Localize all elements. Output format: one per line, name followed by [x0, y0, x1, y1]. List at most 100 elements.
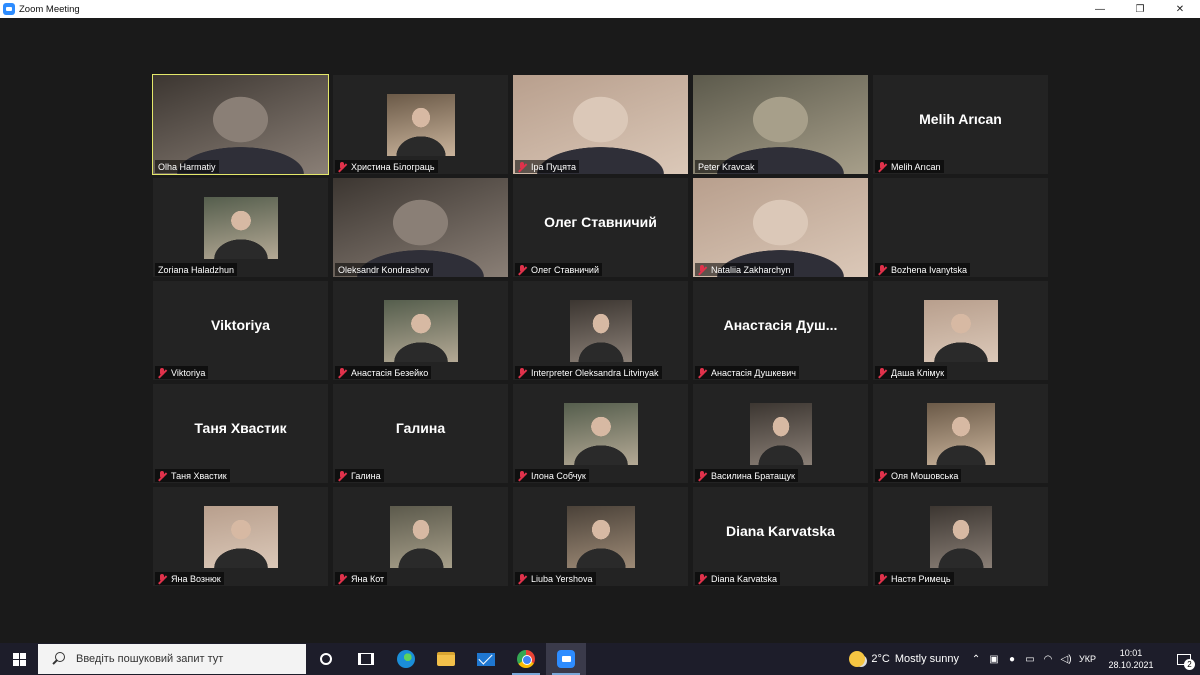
meet-now-icon[interactable]: ▣ [985, 654, 1003, 665]
mail-button[interactable] [466, 643, 506, 675]
participant-name-display: Анастасія Душ... [723, 316, 838, 333]
participant-tile[interactable]: Олег Ставничий Олег Ставничий [513, 178, 688, 277]
start-button[interactable] [0, 643, 38, 675]
microphone-icon[interactable]: ● [1003, 654, 1021, 665]
participant-label: Василина Братащук [695, 469, 798, 482]
muted-mic-icon [158, 470, 167, 481]
file-explorer-icon [437, 652, 455, 666]
minimize-icon: — [1095, 3, 1105, 15]
volume-icon[interactable]: ◁) [1057, 654, 1075, 665]
wifi-icon[interactable]: ◠ [1039, 654, 1057, 665]
participant-tile[interactable]: Nataliia Zakharchyn [693, 178, 868, 277]
participant-label: Nataliia Zakharchyn [695, 263, 794, 276]
close-button[interactable]: ✕ [1160, 0, 1200, 18]
participant-name: Peter Kravcak [698, 161, 755, 172]
participant-tile[interactable]: Таня Хвастик Таня Хвастик [153, 384, 328, 483]
edge-button[interactable] [386, 643, 426, 675]
chrome-icon [517, 650, 535, 668]
weather-temperature: 2°C [871, 653, 890, 665]
window-title: Zoom Meeting [19, 3, 80, 15]
input-language[interactable]: УКР [1079, 654, 1096, 664]
participant-tile[interactable]: Oleksandr Kondrashov [333, 178, 508, 277]
clock-date: 28.10.2021 [1108, 660, 1154, 670]
participant-photo [923, 300, 998, 362]
windows-taskbar: Введіть пошуковий запит тут 2°C Mostly s… [0, 643, 1200, 675]
participant-name: Іра Пуцята [531, 161, 577, 172]
participant-tile[interactable]: Іра Пуцята [513, 75, 688, 174]
participant-tile[interactable]: Василина Братащук [693, 384, 868, 483]
file-explorer-button[interactable] [426, 643, 466, 675]
participant-label: Даша Клімук [875, 366, 948, 379]
participant-tile[interactable]: Liuba Yershova [513, 487, 688, 586]
participant-tile[interactable]: Olha Harmatiy [152, 74, 329, 175]
participant-label: Olha Harmatiy [155, 160, 219, 173]
participant-tile[interactable]: Галина Галина [333, 384, 508, 483]
participant-tile[interactable]: Melih Arıcan Melih Arıcan [873, 75, 1048, 174]
weather-sun-icon [849, 651, 866, 667]
muted-mic-icon [878, 470, 887, 481]
participant-label: Peter Kravcak [695, 160, 758, 173]
participant-photo [566, 506, 635, 568]
action-center-button[interactable]: 2 [1168, 643, 1200, 675]
muted-mic-icon [878, 367, 887, 378]
participant-label: Галина [335, 469, 384, 482]
mail-icon [477, 652, 495, 666]
participant-photo [926, 403, 995, 465]
window-titlebar: Zoom Meeting — ❐ ✕ [0, 0, 1200, 18]
participant-label: Zoriana Haladzhun [155, 263, 238, 276]
participant-label: Яна Вознюк [155, 572, 224, 585]
muted-mic-icon [158, 367, 167, 378]
participant-name: Ілона Собчук [531, 470, 586, 481]
participant-photo [203, 197, 278, 259]
participant-name: Настя Римець [891, 573, 951, 584]
participant-tile[interactable]: Настя Римець [873, 487, 1048, 586]
participant-label: Іра Пуцята [515, 160, 580, 173]
participant-name: Oleksandr Kondrashov [338, 264, 430, 275]
participant-tile[interactable]: Bozhena Ivanytska [873, 178, 1048, 277]
participant-tile[interactable]: Оля Мошовська [873, 384, 1048, 483]
participant-tile[interactable]: Яна Кот [333, 487, 508, 586]
participant-tile[interactable]: Даша Клімук [873, 281, 1048, 380]
participant-tile[interactable]: Diana Karvatska Diana Karvatska [693, 487, 868, 586]
maximize-icon: ❐ [1135, 3, 1145, 15]
maximize-button[interactable]: ❐ [1120, 0, 1160, 18]
zoom-taskbar-button[interactable] [546, 643, 586, 675]
participant-tile[interactable]: Яна Вознюк [153, 487, 328, 586]
weather-widget[interactable]: 2°C Mostly sunny [849, 651, 959, 667]
muted-mic-icon [698, 367, 707, 378]
show-hidden-icons-chevron-icon[interactable]: ⌃ [967, 654, 985, 665]
participant-label: Яна Кот [335, 572, 388, 585]
participant-label: Ілона Собчук [515, 469, 589, 482]
participant-tile[interactable]: Zoriana Haladzhun [153, 178, 328, 277]
participant-tile[interactable]: Viktoriya Viktoriya [153, 281, 328, 380]
participant-name: Viktoriya [171, 367, 206, 378]
minimize-button[interactable]: — [1080, 0, 1120, 18]
participant-tile[interactable]: Христина Білограць [333, 75, 508, 174]
participant-label: Viktoriya [155, 366, 209, 379]
participant-tile[interactable]: Interpreter Oleksandra Litvinyak [513, 281, 688, 380]
participant-label: Interpreter Oleksandra Litvinyak [515, 366, 662, 379]
participant-tile[interactable]: Анастасія Безейко [333, 281, 508, 380]
taskbar-search-box[interactable]: Введіть пошуковий запит тут [38, 644, 306, 674]
cortana-button[interactable] [306, 643, 346, 675]
participant-name: Даша Клімук [891, 367, 945, 378]
clock[interactable]: 10:01 28.10.2021 [1104, 647, 1158, 671]
participant-name: Olha Harmatiy [158, 161, 216, 172]
windows-logo-icon [12, 652, 26, 666]
participant-name: Галина [351, 470, 381, 481]
weather-condition: Mostly sunny [894, 653, 960, 665]
participant-name: Таня Хвастик [171, 470, 227, 481]
participant-name-display: Viktoriya [211, 316, 270, 333]
participant-label: Bozhena Ivanytska [875, 263, 971, 276]
participant-tile[interactable]: Ілона Собчук [513, 384, 688, 483]
chrome-button[interactable] [506, 643, 546, 675]
participant-name-display: Таня Хвастик [194, 419, 287, 436]
battery-icon[interactable]: ▭ [1021, 654, 1039, 665]
clock-time: 10:01 [1119, 648, 1143, 658]
participant-name-display: Diana Karvatska [726, 522, 835, 539]
participant-tile[interactable]: Анастасія Душ... Анастасія Душкевич [693, 281, 868, 380]
participant-name: Оля Мошовська [891, 470, 959, 481]
task-view-button[interactable] [346, 643, 386, 675]
participant-tile[interactable]: Peter Kravcak [693, 75, 868, 174]
task-view-icon [358, 653, 374, 665]
